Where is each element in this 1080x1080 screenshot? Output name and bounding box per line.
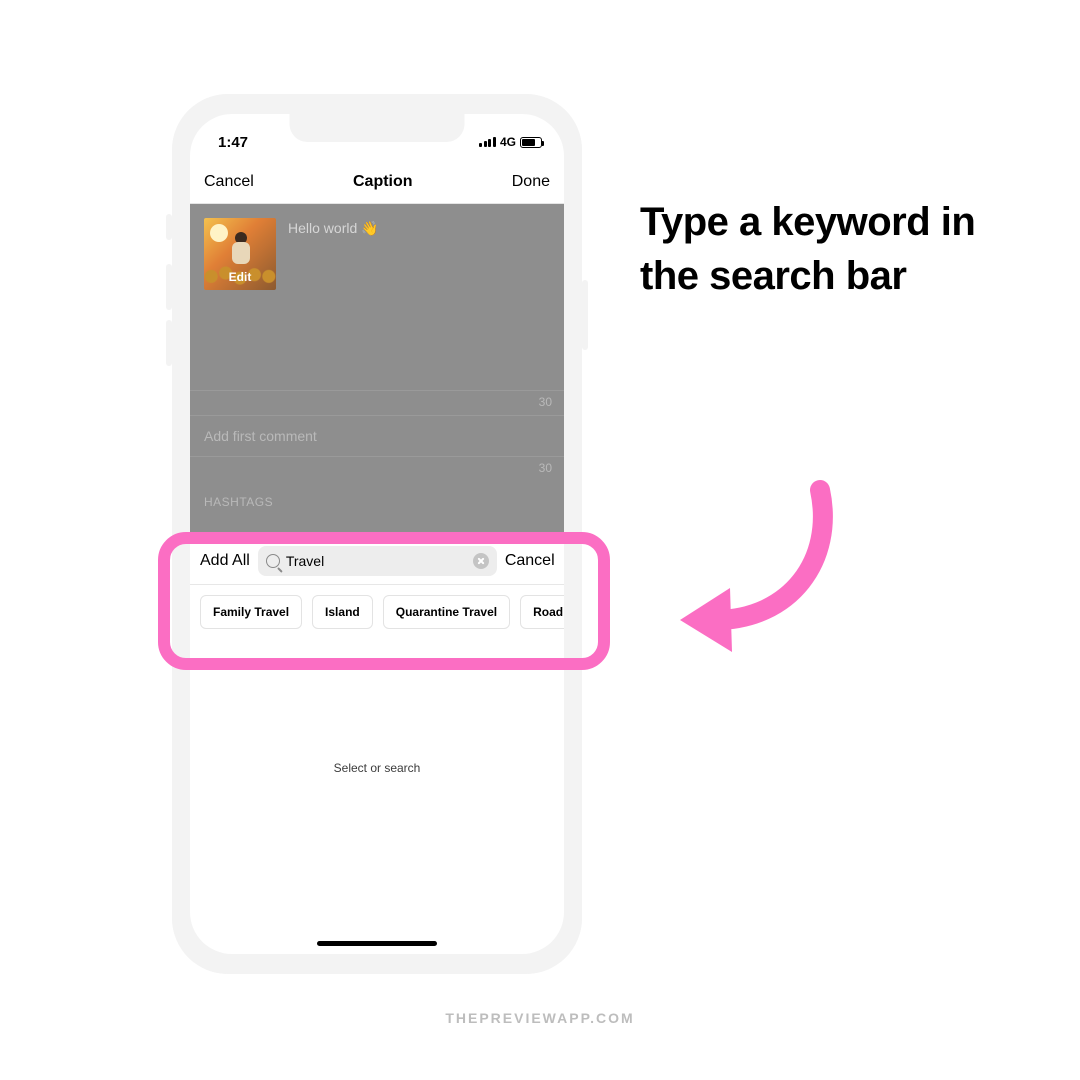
status-time: 1:47 <box>218 134 248 151</box>
phone-notch <box>290 114 465 142</box>
phone-screen: 1:47 4G Cancel Caption Done Edit H <box>190 114 564 954</box>
hashtag-tabs-obscured <box>190 519 564 537</box>
status-right-cluster: 4G <box>479 135 542 149</box>
power-button <box>582 280 588 350</box>
cancel-button[interactable]: Cancel <box>204 173 254 191</box>
phone-frame: 1:47 4G Cancel Caption Done Edit H <box>172 94 582 974</box>
page-title: Caption <box>353 173 413 191</box>
add-all-button[interactable]: Add All <box>200 552 250 570</box>
caption-text[interactable]: Hello world 👋 <box>288 218 379 290</box>
hashtag-chip[interactable]: Road T <box>520 595 564 629</box>
hashtag-search-row: Add All Cancel <box>190 537 564 585</box>
hashtag-search-field[interactable] <box>258 546 497 576</box>
post-thumbnail[interactable]: Edit <box>204 218 276 290</box>
hashtag-suggestion-row: Family Travel Island Quarantine Travel R… <box>190 585 564 641</box>
first-comment-input[interactable]: Add first comment <box>190 415 564 456</box>
footer-credit: THEPREVIEWAPP.COM <box>0 1010 1080 1026</box>
clear-search-icon[interactable] <box>473 553 489 569</box>
search-icon <box>266 554 280 568</box>
callout-arrow-icon <box>660 470 860 670</box>
signal-icon <box>479 137 496 147</box>
volume-down-button <box>166 320 172 366</box>
comment-char-count: 30 <box>190 456 564 481</box>
search-cancel-button[interactable]: Cancel <box>505 552 555 570</box>
hashtag-chip[interactable]: Island <box>312 595 373 629</box>
empty-state-label: Select or search <box>190 641 564 775</box>
edit-thumbnail-label[interactable]: Edit <box>204 270 276 284</box>
done-button[interactable]: Done <box>512 173 550 191</box>
battery-icon <box>520 137 542 148</box>
caption-nav-header: Cancel Caption Done <box>190 160 564 204</box>
home-indicator <box>317 941 437 946</box>
network-label: 4G <box>500 135 516 149</box>
volume-up-button <box>166 264 172 310</box>
caption-char-count: 30 <box>190 390 564 415</box>
hashtags-section-label: HASHTAGS <box>190 481 564 519</box>
search-input[interactable] <box>286 553 467 569</box>
mute-switch <box>166 214 172 240</box>
instruction-text: Type a keyword in the search bar <box>640 195 1010 303</box>
hashtag-chip[interactable]: Family Travel <box>200 595 302 629</box>
dimmed-caption-area: Edit Hello world 👋 30 Add first comment … <box>190 204 564 537</box>
hashtag-chip[interactable]: Quarantine Travel <box>383 595 510 629</box>
